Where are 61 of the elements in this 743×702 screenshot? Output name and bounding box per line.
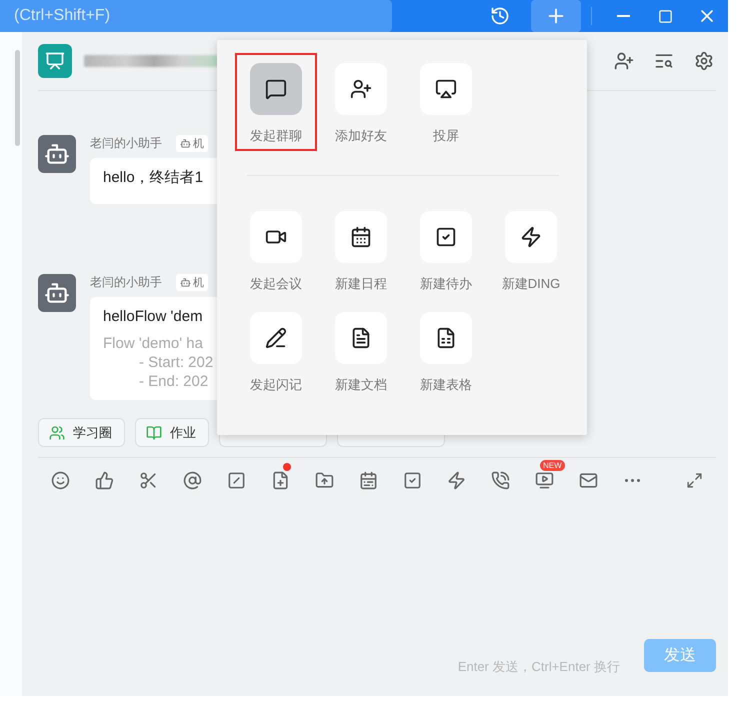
maximize-icon — [658, 8, 672, 24]
menu-item[interactable]: 新建文档 — [320, 302, 402, 400]
add-person-icon[interactable] — [614, 51, 634, 71]
chip-label: 学习圈 — [73, 424, 112, 442]
menu-item[interactable]: 新建表格 — [405, 302, 487, 400]
sender-name: 老闫的小助手 — [90, 274, 162, 291]
folder-upload-icon — [314, 470, 334, 490]
input-hint: Enter 发送，Ctrl+Enter 换行 — [458, 658, 620, 676]
at-sign-icon — [182, 470, 202, 490]
menu-item[interactable]: 新建日程 — [320, 201, 402, 299]
phone-icon — [490, 470, 510, 490]
menu-item[interactable]: 发起闪记 — [235, 302, 317, 400]
new-badge: NEW — [540, 460, 565, 471]
message-text: helloFlow 'dem — [103, 307, 204, 327]
sender-name: 老闫的小助手 — [90, 135, 162, 152]
pen-icon — [265, 327, 287, 349]
settings-icon[interactable] — [694, 51, 714, 71]
quick-chip[interactable]: 作业 — [135, 418, 209, 447]
menu-item[interactable]: 添加好友 — [320, 53, 402, 151]
message-text: - Start: 202 — [138, 353, 214, 372]
history-icon — [490, 6, 510, 26]
scrollbar-thumb[interactable] — [15, 50, 20, 146]
message-text: - End: 202 — [138, 372, 210, 391]
slash-icon — [226, 470, 246, 490]
mail-icon — [578, 470, 598, 490]
search-field[interactable]: (Ctrl+Shift+F) — [0, 0, 392, 32]
video-play-button[interactable]: NEW — [522, 460, 566, 500]
screen-cast-icon — [435, 78, 457, 100]
chip-label: 作业 — [170, 424, 196, 442]
menu-item[interactable]: 发起群聊 — [235, 53, 317, 151]
badge-text: 机 — [193, 276, 204, 290]
message-text: hello，终结者1 — [103, 168, 204, 188]
expand-icon — [686, 472, 702, 488]
message-text: Flow 'demo' ha — [103, 334, 204, 353]
file-plus-icon — [270, 470, 290, 490]
scissors-icon — [138, 470, 158, 490]
document-icon — [350, 327, 372, 349]
menu-item[interactable]: 新建DING — [490, 201, 572, 299]
add-person-icon — [350, 78, 372, 100]
emoji-icon — [50, 470, 70, 490]
minimize-icon — [616, 15, 630, 17]
video-play-icon — [534, 470, 554, 490]
presentation-icon — [45, 51, 65, 71]
checkbox-icon — [435, 226, 457, 248]
calendar-icon — [350, 226, 372, 248]
robot-icon — [180, 138, 191, 149]
lightning-icon — [520, 226, 542, 248]
lightning-icon — [446, 470, 466, 490]
more-icon — [624, 478, 640, 482]
menu-item[interactable]: 新建待办 — [405, 201, 487, 299]
checkbox-icon — [402, 470, 422, 490]
chat-bubble-icon — [265, 78, 287, 100]
quick-chip[interactable]: 学习圈 — [38, 418, 125, 447]
group-avatar[interactable] — [38, 44, 72, 78]
menu-item[interactable]: 投屏 — [405, 53, 487, 151]
robot-icon — [180, 277, 191, 288]
badge-text: 机 — [193, 137, 204, 151]
thumbs-up-icon — [94, 470, 114, 490]
menu-item[interactable]: 发起会议 — [235, 201, 317, 299]
calendar-icon — [358, 470, 378, 490]
spreadsheet-icon — [435, 327, 457, 349]
